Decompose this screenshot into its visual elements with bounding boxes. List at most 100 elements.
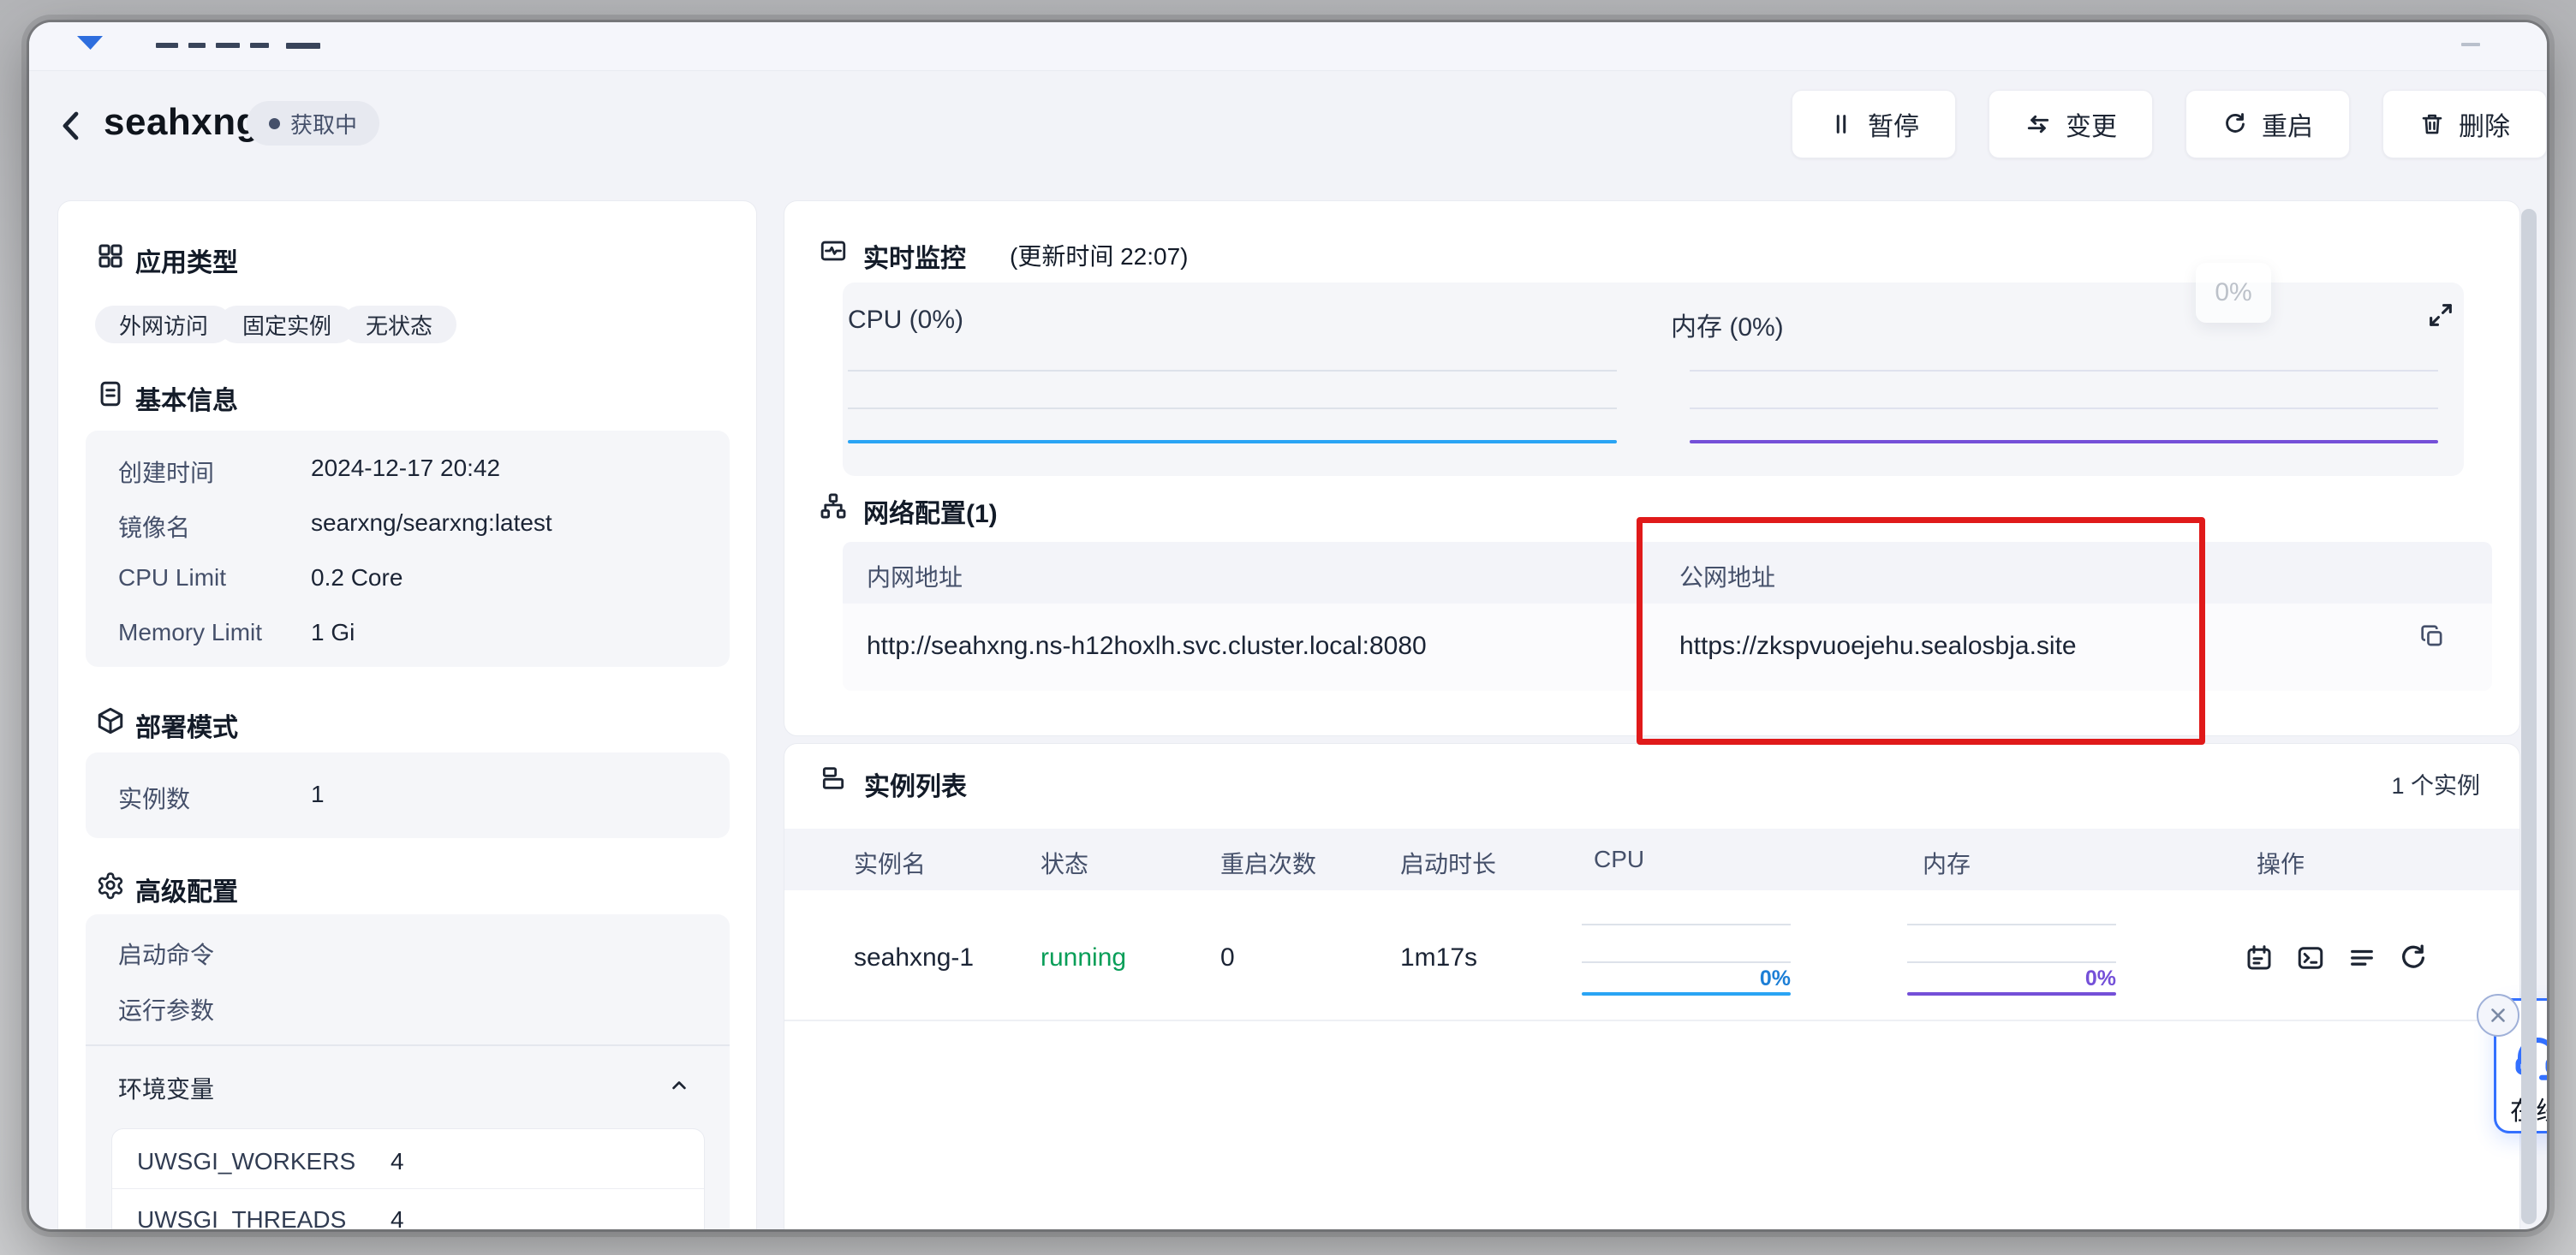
col-instance-name: 实例名: [854, 846, 926, 880]
realtime-monitor-title: 实时监控: [863, 237, 966, 275]
cpu-gridline: [848, 407, 1617, 409]
change-button-label: 变更: [2066, 105, 2117, 143]
info-row-label: CPU Limit: [118, 564, 226, 592]
divider: [112, 1188, 704, 1189]
memory-gridline: [1690, 370, 2438, 372]
window-top-strip: [29, 22, 2547, 71]
memory-gridline: [1690, 407, 2438, 409]
tag-fixed-instance: 固定实例: [218, 306, 355, 343]
col-memory: 内存: [1923, 846, 1971, 880]
advanced-config-card: 启动命令 运行参数 环境变量 UWSGI_WORKERS 4 UWSGI_THR…: [86, 914, 730, 1229]
network-config-icon: [819, 491, 848, 520]
pause-button-label: 暂停: [1868, 105, 1919, 143]
info-row-label: 创建时间: [118, 455, 214, 489]
instance-table-row: seahxng-1 running 0 1m17s 0% 0%: [784, 890, 2519, 1020]
env-value: 4: [391, 1148, 404, 1175]
back-button[interactable]: [51, 105, 92, 146]
run-args-label: 运行参数: [118, 992, 214, 1026]
info-row-value: 1 Gi: [311, 619, 355, 646]
memory-mini-gridline: [1907, 961, 2116, 963]
instance-status: running: [1041, 943, 1126, 972]
app-window: seahxng 获取中 暂停 变更 重启 删除 应用类型 外网访问 固定实例 无…: [29, 22, 2547, 1229]
tag-stateless: 无状态: [342, 306, 456, 343]
replicas-value: 1: [311, 781, 325, 808]
memory-mini-line: [1907, 992, 2116, 996]
close-chat-button[interactable]: [2477, 994, 2519, 1037]
env-value: 4: [391, 1206, 404, 1229]
pause-button[interactable]: 暂停: [1792, 90, 1956, 158]
memory-chart-label: 内存 (0%): [1671, 306, 1784, 343]
instance-terminal-button[interactable]: [2295, 943, 2326, 973]
cpu-chart-line: [848, 440, 1617, 443]
chart-tooltip-ghost: 0%: [2196, 263, 2271, 323]
annotation-highlight-box: [1637, 517, 2205, 745]
col-cpu: CPU: [1594, 846, 1644, 873]
col-operations: 操作: [2257, 846, 2305, 880]
env-collapse-toggle[interactable]: [667, 1074, 691, 1097]
network-config-title: 网络配置(1): [863, 492, 998, 530]
trash-icon: [2419, 111, 2445, 137]
info-row-value: searxng/searxng:latest: [311, 509, 552, 537]
expand-icon: [2426, 300, 2455, 330]
page-title: seahxng: [104, 101, 259, 144]
basic-info-card: 创建时间 2024-12-17 20:42 镜像名 searxng/searxn…: [86, 431, 730, 667]
pause-icon: [1828, 111, 1854, 137]
col-restarts: 重启次数: [1220, 846, 1316, 880]
col-uptime: 启动时长: [1400, 846, 1496, 880]
basic-info-icon: [96, 379, 125, 408]
divider: [784, 1020, 2519, 1021]
swap-arrows-icon: [2024, 110, 2052, 138]
logs-icon: [2346, 943, 2377, 973]
internal-address-value: http://seahxng.ns-h12hoxlh.svc.cluster.l…: [867, 632, 1427, 661]
restart-button[interactable]: 重启: [2185, 90, 2350, 158]
info-row-label: 镜像名: [118, 509, 190, 544]
divider: [86, 1044, 730, 1046]
restart-icon: [2222, 111, 2248, 137]
restart-button-label: 重启: [2262, 105, 2313, 143]
tag-external-access: 外网访问: [95, 306, 232, 343]
instance-list-icon: [820, 764, 847, 792]
instance-restarts: 0: [1220, 943, 1235, 972]
copy-url-button[interactable]: [2418, 622, 2446, 650]
instance-logs-button[interactable]: [2346, 943, 2377, 973]
memory-chart-line: [1690, 440, 2438, 443]
deploy-mode-icon: [96, 706, 125, 735]
app-type-icon: [96, 241, 125, 271]
instance-list-title: 实例列表: [864, 765, 967, 803]
status-dot-icon: [269, 118, 280, 129]
col-status: 状态: [1041, 846, 1088, 880]
status-badge-label: 获取中: [290, 108, 357, 140]
cpu-mini-gridline: [1582, 961, 1791, 963]
instance-uptime: 1m17s: [1400, 943, 1477, 972]
deploy-mode-card: 实例数 1: [86, 752, 730, 838]
cpu-chart-label: CPU (0%): [848, 306, 963, 335]
basic-info-title: 基本信息: [135, 379, 238, 417]
status-badge: 获取中: [247, 101, 379, 146]
page-scrollbar[interactable]: [2521, 209, 2537, 1224]
chevron-left-icon: [51, 105, 92, 146]
info-row-label: Memory Limit: [118, 619, 262, 646]
cpu-mini-gridline: [1582, 924, 1791, 925]
close-icon: [2487, 1004, 2509, 1026]
expand-chart-button[interactable]: [2426, 300, 2455, 330]
app-type-title: 应用类型: [135, 241, 238, 279]
copy-icon: [2418, 622, 2446, 650]
delete-button-label: 删除: [2459, 105, 2510, 143]
realtime-monitor-icon: [819, 236, 848, 265]
env-vars-label: 环境变量: [118, 1071, 214, 1105]
advanced-config-icon: [96, 871, 125, 900]
start-command-label: 启动命令: [118, 937, 214, 971]
memory-mini-value: 0%: [1907, 967, 2116, 991]
cpu-mini-line: [1582, 992, 1791, 996]
instance-restart-button[interactable]: [2398, 943, 2429, 973]
instance-list-panel: 实例列表 1 个实例 实例名 状态 重启次数 启动时长 CPU 内存 操作 se…: [784, 743, 2520, 1229]
info-row-value: 0.2 Core: [311, 564, 402, 592]
instance-details-button[interactable]: [2244, 943, 2275, 973]
monitor-update-time: (更新时间 22:07): [1010, 238, 1189, 272]
instance-name: seahxng-1: [854, 943, 974, 972]
delete-button[interactable]: 删除: [2382, 90, 2547, 158]
restart-icon: [2398, 943, 2429, 973]
instance-table-header: 实例名 状态 重启次数 启动时长 CPU 内存 操作: [784, 829, 2519, 890]
change-button[interactable]: 变更: [1989, 90, 2153, 158]
env-key: UWSGI_THREADS: [137, 1206, 346, 1229]
